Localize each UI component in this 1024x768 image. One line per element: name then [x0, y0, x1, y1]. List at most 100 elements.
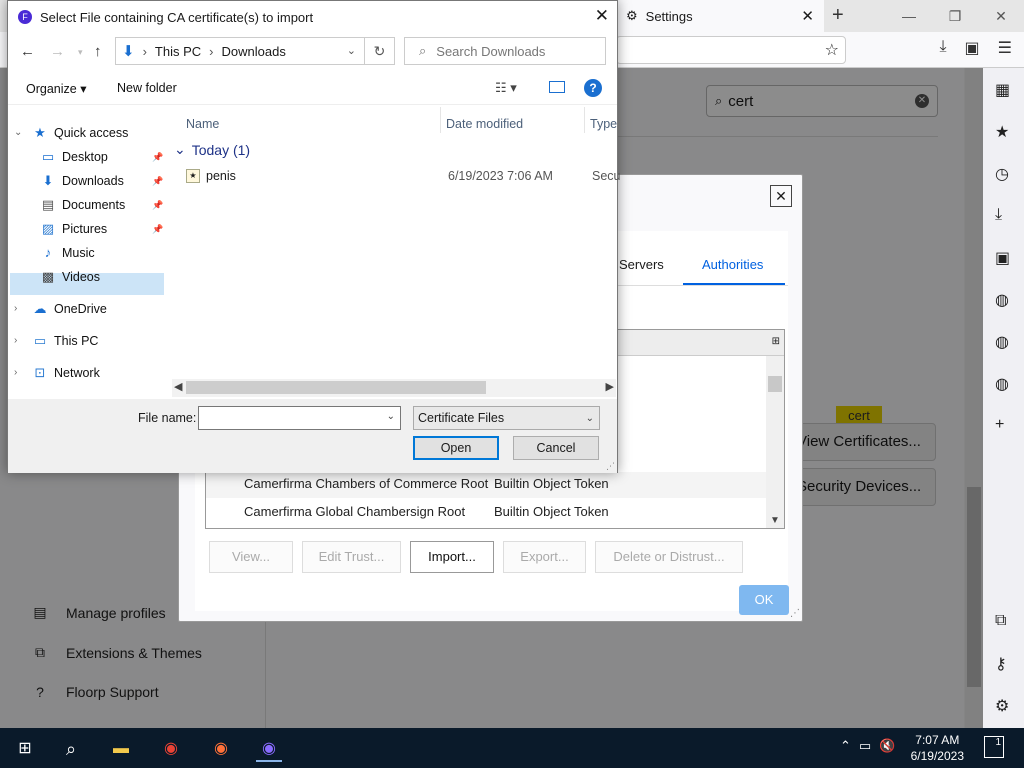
download-icon[interactable]: ⤓ — [939, 38, 946, 58]
expand-chevron-icon[interactable]: › — [14, 367, 17, 378]
view-options-icon[interactable]: ☷ ▾ — [495, 80, 517, 96]
new-folder-button[interactable]: New folder — [117, 81, 177, 95]
tree-scrollbar[interactable]: ▼ — [766, 356, 784, 528]
close-icon[interactable]: ✕ — [595, 6, 609, 26]
chrome-icon[interactable]: ◉ — [158, 736, 184, 762]
resize-grip[interactable]: ⋰ — [790, 608, 800, 619]
expand-chevron-icon[interactable]: › — [14, 335, 17, 346]
add-icon[interactable]: + — [995, 416, 1004, 434]
chevron-down-icon[interactable]: ⌄ — [387, 411, 395, 422]
close-icon[interactable]: ✕ — [770, 185, 792, 207]
firefox-icon[interactable]: ◉ — [208, 736, 234, 762]
nav-label: Desktop — [62, 150, 108, 164]
volume-muted-icon[interactable]: 🔇 — [879, 738, 895, 754]
import-button[interactable]: Import... — [410, 541, 494, 573]
column-separator[interactable] — [584, 107, 585, 133]
open-button[interactable]: Open — [413, 436, 499, 460]
forward-arrow-icon[interactable]: → — [50, 43, 65, 60]
chevron-up-icon[interactable]: ⌃ — [840, 738, 851, 754]
tree-scrollbar-thumb[interactable] — [768, 376, 782, 392]
file-explorer-icon[interactable]: ▬ — [108, 736, 134, 762]
bookmark-star-icon[interactable]: ☆ — [825, 40, 839, 60]
list-item[interactable]: ★ penis 6/19/2023 7:06 AM Secu — [186, 167, 621, 187]
nav-this-pc[interactable]: ▭ This PC — [32, 333, 99, 349]
back-arrow-icon[interactable]: ← — [20, 43, 35, 60]
tab-authorities[interactable]: Authorities — [702, 257, 763, 272]
breadcrumb-downloads[interactable]: Downloads — [222, 44, 286, 59]
scroll-right-icon[interactable]: ▶ — [606, 380, 614, 393]
address-breadcrumb[interactable]: ⬇ › This PC › Downloads ⌄ — [115, 37, 365, 65]
chevron-down-icon[interactable]: ⌄ — [347, 44, 356, 57]
file-type-select[interactable]: Certificate Files ⌄ — [413, 406, 600, 430]
breadcrumb-this-pc[interactable]: This PC — [155, 44, 201, 59]
ok-button[interactable]: OK — [739, 585, 789, 615]
minimize-icon[interactable]: — — [886, 0, 932, 32]
column-header-date[interactable]: Date modified — [446, 117, 523, 131]
menu-icon[interactable]: ☰ — [998, 38, 1012, 58]
globe-icon[interactable]: ◍ — [995, 374, 1009, 394]
column-header-name[interactable]: Name — [186, 117, 219, 131]
tab-close-icon[interactable]: ✕ — [801, 7, 814, 25]
nav-pictures[interactable]: ▨ Pictures 📌 — [40, 221, 163, 237]
nav-music[interactable]: ♪ Music — [40, 245, 95, 260]
refresh-icon[interactable]: ↻ — [365, 37, 395, 65]
nav-onedrive[interactable]: ☁ OneDrive — [32, 301, 107, 317]
horizontal-scrollbar[interactable]: ◀ ▶ — [172, 379, 616, 397]
history-icon[interactable]: ◷ — [995, 164, 1009, 184]
export-button[interactable]: Export... — [503, 541, 586, 573]
column-picker-icon[interactable]: ⊞ — [772, 336, 780, 347]
briefcase-icon[interactable]: ▦ — [995, 80, 1010, 100]
recent-chevron-icon[interactable]: ▾ — [78, 47, 83, 58]
collapse-chevron-icon[interactable]: ⌄ — [14, 127, 22, 138]
organize-button[interactable]: Organize ▾ — [26, 81, 86, 96]
globe-icon[interactable]: ◍ — [995, 290, 1009, 310]
restore-icon[interactable]: ❐ — [932, 0, 978, 32]
up-arrow-icon[interactable]: ↑ — [94, 43, 102, 60]
tab-settings[interactable]: ⚙ Settings ✕ — [618, 0, 824, 32]
nav-documents[interactable]: ▤ Documents 📌 — [40, 197, 163, 213]
navigation-pane: ⌄ ★ Quick access ▭ Desktop 📌 ⬇ Downloads… — [8, 107, 166, 397]
clock[interactable]: 7:07 AM 6/19/2023 — [911, 732, 964, 764]
floorp-icon[interactable]: ◉ — [256, 736, 282, 762]
tab-servers[interactable]: Servers — [619, 257, 664, 272]
key-icon[interactable]: ⚷ — [995, 654, 1007, 674]
notes-icon[interactable]: ▣ — [995, 248, 1010, 268]
cancel-button[interactable]: Cancel — [513, 436, 599, 460]
help-icon[interactable]: ? — [584, 79, 602, 97]
extensions-icon[interactable]: ▣ — [965, 38, 980, 58]
puzzle-icon[interactable]: ⧉ — [995, 612, 1006, 630]
network-status-icon[interactable]: ▭ — [859, 738, 871, 754]
expand-chevron-icon[interactable]: › — [14, 303, 17, 314]
resize-grip[interactable]: ⋰ — [606, 461, 615, 472]
nav-network[interactable]: ⊡ Network — [32, 365, 100, 381]
edit-trust-button[interactable]: Edit Trust... — [302, 541, 401, 573]
gear-icon[interactable]: ⚙ — [995, 696, 1009, 716]
preview-pane-icon[interactable] — [549, 81, 565, 93]
globe-icon[interactable]: ◍ — [995, 332, 1009, 352]
table-row[interactable]: Camerfirma Global Chambersign Root Built… — [244, 504, 609, 519]
download-icon[interactable]: ⤓ — [995, 206, 1002, 224]
column-separator[interactable] — [440, 107, 441, 133]
search-input[interactable]: ⌕ Search Downloads — [404, 37, 606, 65]
search-icon[interactable]: ⌕ — [58, 736, 84, 762]
scrollbar-thumb[interactable] — [186, 381, 486, 394]
nav-downloads[interactable]: ⬇ Downloads 📌 — [40, 173, 164, 189]
group-header[interactable]: ⌄ Today (1) — [174, 141, 250, 158]
url-bar[interactable]: ☆ — [616, 36, 846, 64]
nav-videos[interactable]: ▩ Videos — [40, 269, 100, 285]
close-window-icon[interactable]: ✕ — [978, 0, 1024, 32]
star-icon[interactable]: ★ — [995, 122, 1009, 142]
nav-desktop[interactable]: ▭ Desktop 📌 — [40, 149, 163, 165]
notification-center-icon[interactable]: 1 — [984, 736, 1004, 758]
chevron-down-icon[interactable]: ▼ — [770, 515, 780, 526]
table-row[interactable]: Camerfirma Chambers of Commerce Root Bui… — [244, 476, 609, 491]
view-button[interactable]: View... — [209, 541, 293, 573]
column-header-type[interactable]: Type — [590, 117, 617, 131]
videos-icon: ▩ — [41, 269, 55, 284]
file-name-field[interactable]: ⌄ — [198, 406, 401, 430]
new-tab-button[interactable]: + — [832, 4, 844, 27]
windows-start-icon[interactable]: ⊞ — [12, 736, 38, 762]
delete-distrust-button[interactable]: Delete or Distrust... — [595, 541, 743, 573]
nav-quick-access[interactable]: ★ Quick access — [32, 125, 128, 141]
scroll-left-icon[interactable]: ◀ — [174, 380, 182, 393]
